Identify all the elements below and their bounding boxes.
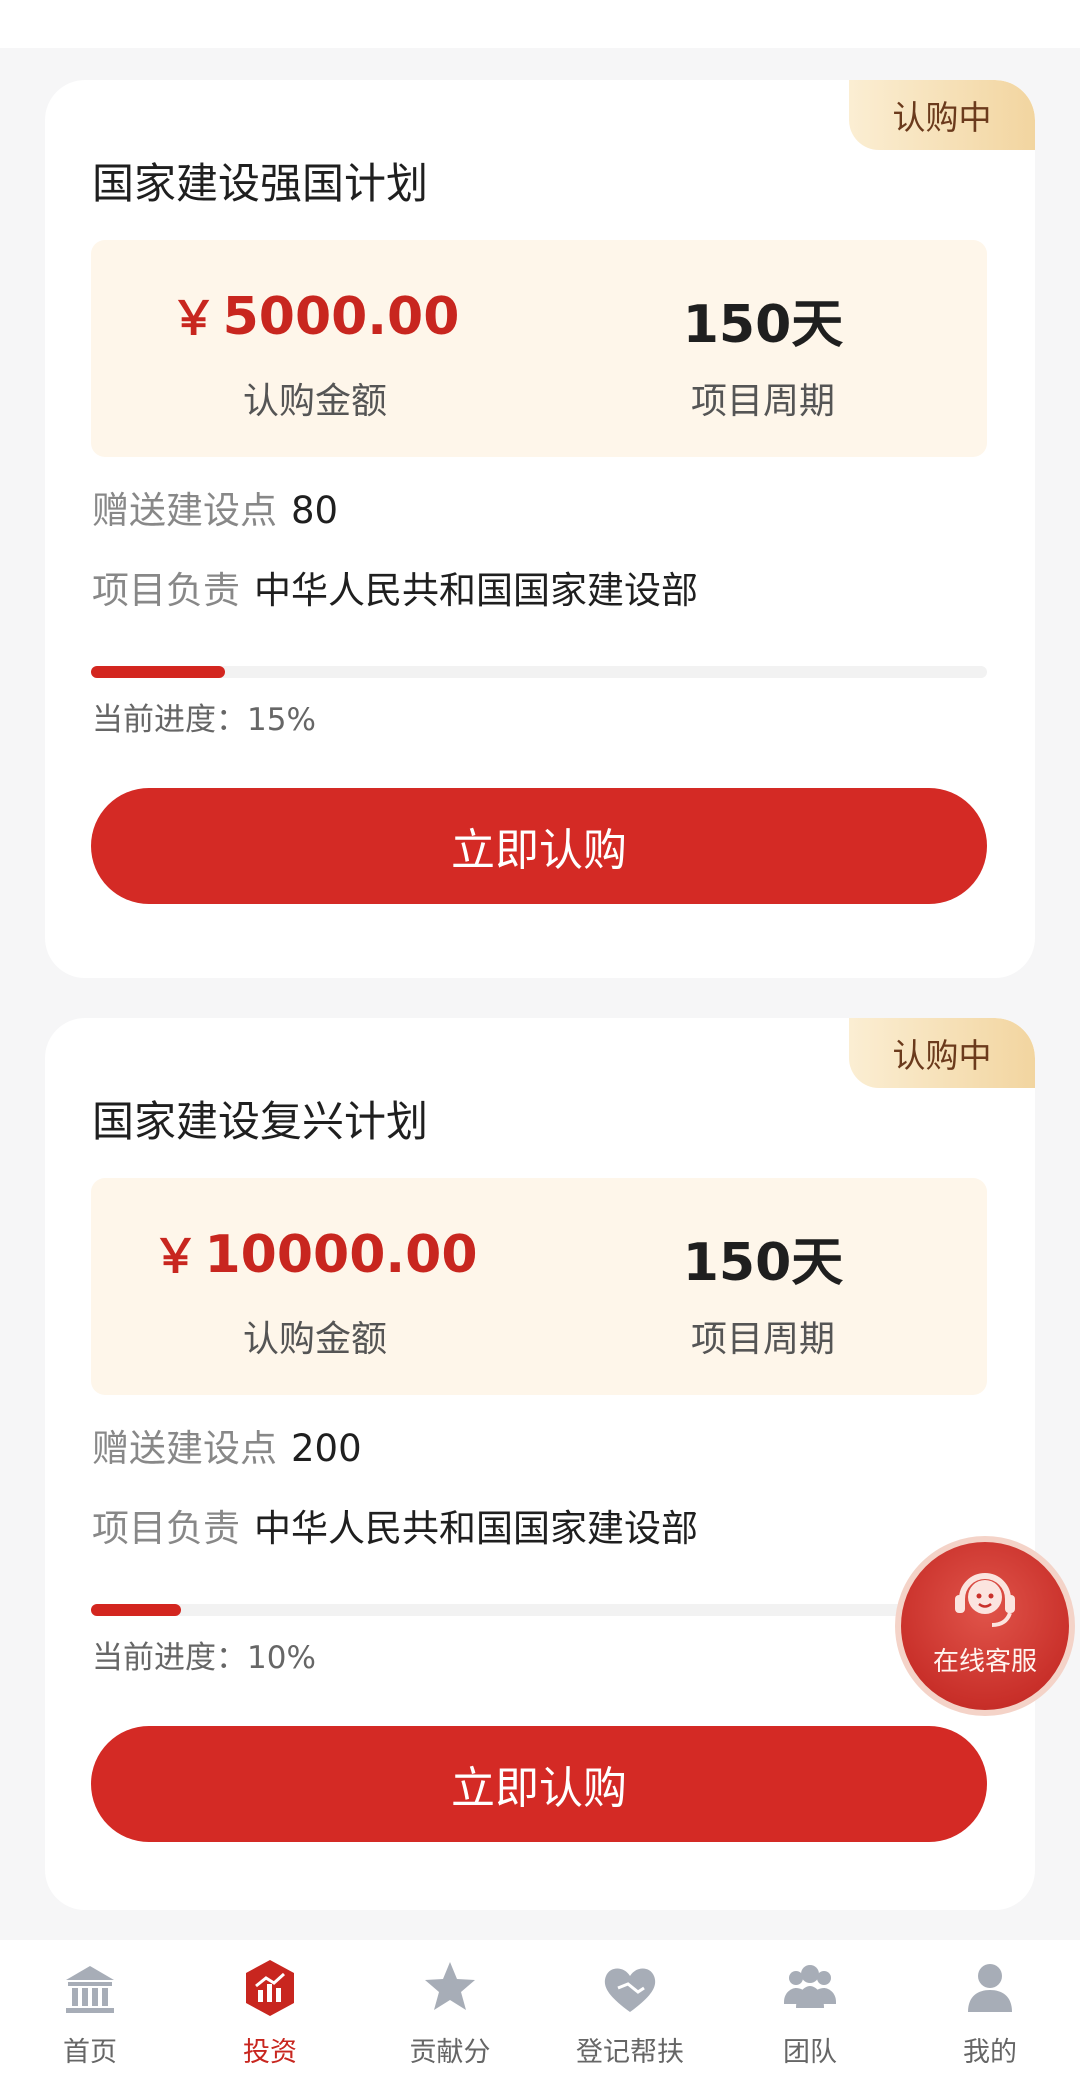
bottom-tab-bar: 首页 投资 贡献分 登记帮扶 团队 我的 [0, 1940, 1080, 2093]
owner-value: 中华人民共和国国家建设部 [254, 1507, 698, 1550]
period-label: 项目周期 [690, 1319, 835, 1360]
progress-text: 当前进度：15% [92, 702, 316, 738]
owner-label: 项目负责 [92, 569, 240, 612]
amount-label: 认购金额 [242, 381, 387, 422]
progress-bar [91, 1604, 987, 1616]
currency-symbol: ￥ [170, 291, 217, 345]
project-period: 150天 [682, 295, 844, 355]
gift-label: 赠送建设点 [92, 1427, 277, 1470]
progress-bar [91, 666, 987, 678]
tab-mine[interactable]: 我的 [900, 1940, 1080, 2093]
amount-label: 认购金额 [242, 1319, 387, 1360]
amount-value: 10000.00 [204, 1225, 478, 1285]
subscription-amount: ￥ 5000.00 [91, 282, 539, 348]
info-box: ￥ 10000.00 认购金额 150天 项目周期 [91, 1178, 987, 1395]
star-icon [425, 1962, 475, 2010]
subscribe-button[interactable]: 立即认购 [91, 1726, 987, 1842]
gift-label: 赠送建设点 [92, 489, 277, 532]
tab-register-help[interactable]: 登记帮扶 [540, 1940, 720, 2093]
online-service-label: 在线客服 [932, 1646, 1037, 1677]
owner-row: 项目负责 中华人民共和国国家建设部 [92, 1498, 698, 1552]
tab-home[interactable]: 首页 [0, 1940, 180, 2093]
project-period: 150天 [682, 1233, 844, 1293]
tab-label: 贡献分 [409, 2037, 491, 2068]
online-service-button[interactable]: 在线客服 [895, 1536, 1075, 1716]
handshake-heart-icon [604, 1968, 656, 2012]
amount-value: 5000.00 [222, 287, 460, 347]
project-card-1: 认购中 国家建设强国计划 ￥ 5000.00 认购金额 150天 项目周期 赠送建… [45, 80, 1035, 978]
user-icon [968, 1964, 1012, 2012]
bank-building-icon [66, 1966, 114, 2013]
tab-label: 团队 [783, 2037, 837, 2068]
subscribe-button[interactable]: 立即认购 [91, 788, 987, 904]
project-title: 国家建设强国计划 [92, 159, 429, 208]
project-title: 国家建设复兴计划 [92, 1097, 429, 1146]
gift-points-row: 赠送建设点 200 [92, 1418, 362, 1472]
owner-value: 中华人民共和国国家建设部 [254, 569, 698, 612]
progress-fill [91, 666, 226, 678]
chart-hexagon-icon [246, 1960, 294, 2016]
tab-label: 投资 [243, 2037, 297, 2068]
headset-agent-icon [955, 1572, 1015, 1627]
tab-label: 我的 [963, 2037, 1017, 2068]
gift-points-row: 赠送建设点 80 [92, 480, 338, 534]
gift-value: 200 [291, 1427, 362, 1470]
info-box: ￥ 5000.00 认购金额 150天 项目周期 [91, 240, 987, 457]
gift-value: 80 [291, 489, 339, 532]
tab-contribution[interactable]: 贡献分 [360, 1940, 540, 2093]
owner-label: 项目负责 [92, 1507, 240, 1550]
status-tag: 认购中 [849, 1018, 1035, 1088]
group-icon [784, 1965, 836, 2008]
owner-row: 项目负责 中华人民共和国国家建设部 [92, 560, 698, 614]
period-label: 项目周期 [690, 381, 835, 422]
tab-invest[interactable]: 投资 [180, 1940, 360, 2093]
tab-label: 登记帮扶 [576, 2037, 684, 2068]
status-tag: 认购中 [849, 80, 1035, 150]
top-header-strip [0, 0, 1080, 48]
currency-symbol: ￥ [152, 1229, 199, 1283]
project-card-2: 认购中 国家建设复兴计划 ￥ 10000.00 认购金额 150天 项目周期 赠送… [45, 1018, 1035, 1910]
subscription-amount: ￥ 10000.00 [91, 1220, 539, 1286]
tab-label: 首页 [63, 2037, 117, 2068]
progress-text: 当前进度：10% [92, 1640, 316, 1676]
tab-team[interactable]: 团队 [720, 1940, 900, 2093]
progress-fill [91, 1604, 181, 1616]
